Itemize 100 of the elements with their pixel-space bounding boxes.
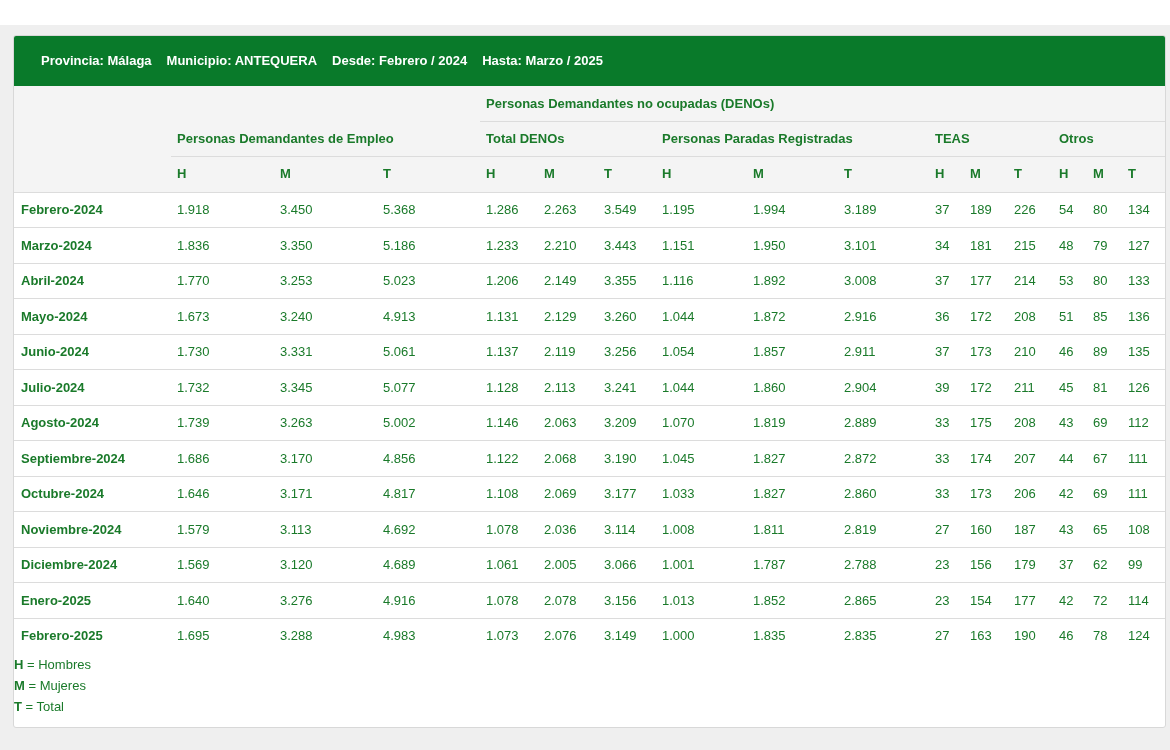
table-cell: 1.044 bbox=[656, 369, 747, 405]
table-cell: 5.061 bbox=[377, 334, 480, 370]
table-cell: 111 bbox=[1122, 440, 1165, 476]
table-cell: 126 bbox=[1122, 369, 1165, 405]
table-cell: 1.054 bbox=[656, 334, 747, 370]
table-cell: 1.070 bbox=[656, 405, 747, 441]
table-cell: 174 bbox=[964, 440, 1008, 476]
table-cell: 3.209 bbox=[598, 405, 656, 441]
table-cell: 160 bbox=[964, 511, 1008, 547]
column-header: H bbox=[480, 156, 538, 192]
table-cell: 3.171 bbox=[274, 476, 377, 512]
table-cell: 33 bbox=[929, 405, 964, 441]
table-cell: 177 bbox=[1008, 582, 1053, 618]
table-cell: 1.078 bbox=[480, 582, 538, 618]
table-cell: 189 bbox=[964, 192, 1008, 228]
table-cell: 43 bbox=[1053, 405, 1087, 441]
column-header: H bbox=[656, 156, 747, 192]
table-cell: 177 bbox=[964, 263, 1008, 299]
table-cell: 1.732 bbox=[171, 369, 274, 405]
table-cell: 89 bbox=[1087, 334, 1122, 370]
table-cell: 1.918 bbox=[171, 192, 274, 228]
table-cell: 211 bbox=[1008, 369, 1053, 405]
table-cell: 1.857 bbox=[747, 334, 838, 370]
table-cell: 215 bbox=[1008, 227, 1053, 263]
table-cell: 1.061 bbox=[480, 547, 538, 583]
table-cell: 226 bbox=[1008, 192, 1053, 228]
row-header: Febrero-2025 bbox=[14, 618, 171, 654]
table-cell: 1.827 bbox=[747, 440, 838, 476]
table-cell: 181 bbox=[964, 227, 1008, 263]
table-cell: 4.856 bbox=[377, 440, 480, 476]
table-cell: 179 bbox=[1008, 547, 1053, 583]
table-cell: 124 bbox=[1122, 618, 1165, 654]
table-cell: 214 bbox=[1008, 263, 1053, 299]
table-cell: 2.149 bbox=[538, 263, 598, 299]
table-cell: 1.787 bbox=[747, 547, 838, 583]
table-cell: 79 bbox=[1087, 227, 1122, 263]
table-cell: 33 bbox=[929, 440, 964, 476]
table-cell: 2.063 bbox=[538, 405, 598, 441]
row-header: Octubre-2024 bbox=[14, 476, 171, 512]
table-cell: 3.066 bbox=[598, 547, 656, 583]
row-header: Agosto-2024 bbox=[14, 405, 171, 441]
table-cell: 1.640 bbox=[171, 582, 274, 618]
row-header: Septiembre-2024 bbox=[14, 440, 171, 476]
table-cell: 133 bbox=[1122, 263, 1165, 299]
table-cell: 33 bbox=[929, 476, 964, 512]
table-cell: 127 bbox=[1122, 227, 1165, 263]
table-cell: 48 bbox=[1053, 227, 1087, 263]
table-cell: 112 bbox=[1122, 405, 1165, 441]
table-cell: 1.836 bbox=[171, 227, 274, 263]
filter-text: Desde: Febrero / 2024 bbox=[332, 52, 468, 71]
table-cell: 2.904 bbox=[838, 369, 929, 405]
row-header: Marzo-2024 bbox=[14, 227, 171, 263]
table-cell: 4.817 bbox=[377, 476, 480, 512]
table-cell: 210 bbox=[1008, 334, 1053, 370]
table-cell: 208 bbox=[1008, 405, 1053, 441]
table-cell: 135 bbox=[1122, 334, 1165, 370]
filter-text: Provincia: Málaga bbox=[41, 52, 152, 71]
table-cell: 3.240 bbox=[274, 298, 377, 334]
table-cell: 3.177 bbox=[598, 476, 656, 512]
column-header: H bbox=[1053, 156, 1087, 192]
table-cell: 3.189 bbox=[838, 192, 929, 228]
table-cell: 1.579 bbox=[171, 511, 274, 547]
table-cell: 3.350 bbox=[274, 227, 377, 263]
filter-text: Hasta: Marzo / 2025 bbox=[482, 52, 603, 71]
table-cell: 2.119 bbox=[538, 334, 598, 370]
table-cell: 172 bbox=[964, 298, 1008, 334]
table-cell: 4.983 bbox=[377, 618, 480, 654]
column-header: T bbox=[838, 156, 929, 192]
table-cell: 156 bbox=[964, 547, 1008, 583]
row-header: Abril-2024 bbox=[14, 263, 171, 299]
table-cell: 99 bbox=[1122, 547, 1165, 583]
table-cell: 4.692 bbox=[377, 511, 480, 547]
column-header: M bbox=[274, 156, 377, 192]
table-cell: 45 bbox=[1053, 369, 1087, 405]
table-cell: 1.686 bbox=[171, 440, 274, 476]
table-cell: 1.000 bbox=[656, 618, 747, 654]
table-cell: 1.739 bbox=[171, 405, 274, 441]
table-cell: 3.260 bbox=[598, 298, 656, 334]
table-cell: 1.286 bbox=[480, 192, 538, 228]
table-cell: 111 bbox=[1122, 476, 1165, 512]
table-cell: 1.001 bbox=[656, 547, 747, 583]
table-cell: 3.288 bbox=[274, 618, 377, 654]
table-cell: 80 bbox=[1087, 192, 1122, 228]
table-cell: 1.770 bbox=[171, 263, 274, 299]
table-cell: 173 bbox=[964, 476, 1008, 512]
table-cell: 4.689 bbox=[377, 547, 480, 583]
row-header: Noviembre-2024 bbox=[14, 511, 171, 547]
table-cell: 1.013 bbox=[656, 582, 747, 618]
column-header: T bbox=[1122, 156, 1165, 192]
table-cell: 1.673 bbox=[171, 298, 274, 334]
legend-text: M = Mujeres bbox=[14, 676, 87, 695]
column-group-header: Personas Demandantes de Empleo bbox=[171, 121, 480, 156]
table-cell: 187 bbox=[1008, 511, 1053, 547]
table-cell: 1.827 bbox=[747, 476, 838, 512]
table-cell: 1.137 bbox=[480, 334, 538, 370]
table-cell: 108 bbox=[1122, 511, 1165, 547]
table-cell: 114 bbox=[1122, 582, 1165, 618]
table-cell: 44 bbox=[1053, 440, 1087, 476]
table-cell: 1.835 bbox=[747, 618, 838, 654]
table-cell: 1.151 bbox=[656, 227, 747, 263]
